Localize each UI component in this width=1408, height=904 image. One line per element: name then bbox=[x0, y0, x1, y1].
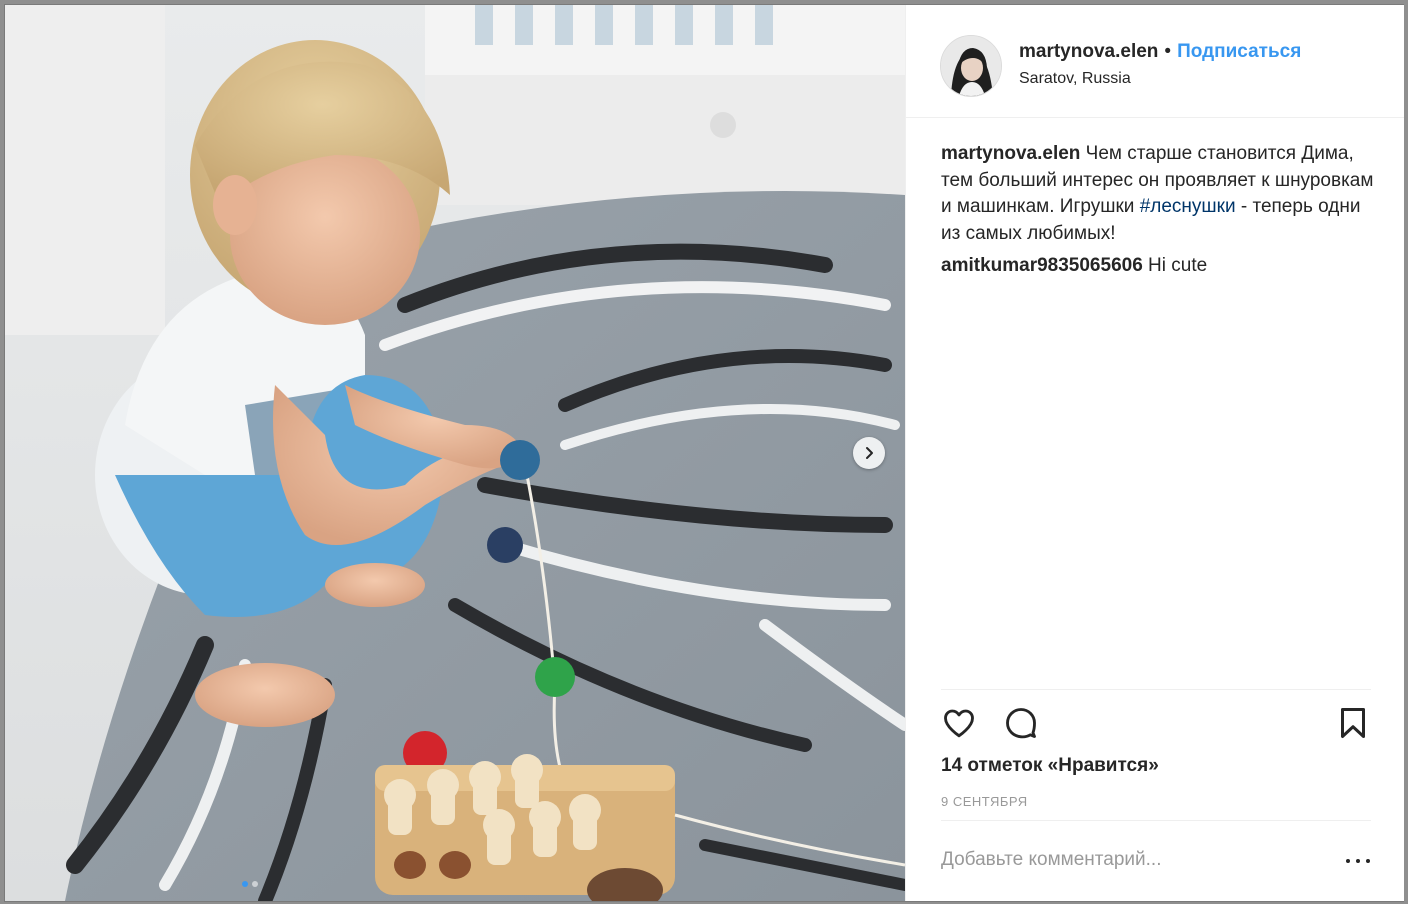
chevron-right-icon bbox=[866, 447, 873, 459]
separator-dot: • bbox=[1164, 41, 1172, 62]
carousel-dot-active bbox=[242, 881, 248, 887]
post-photo[interactable] bbox=[5, 5, 905, 901]
carousel-next-button[interactable] bbox=[853, 437, 885, 469]
post-header: martynova.elen • Подписаться Saratov, Russ… bbox=[906, 5, 1404, 118]
comments-section: martynova.elen Чем старше становится Дим… bbox=[941, 141, 1381, 286]
comment-item: amitkumar9835065606 Hi cute bbox=[941, 253, 1381, 280]
save-button[interactable] bbox=[1337, 705, 1369, 746]
add-comment-input[interactable] bbox=[941, 845, 1311, 875]
more-dot bbox=[1366, 859, 1370, 863]
follow-button[interactable]: Подписаться bbox=[1177, 41, 1301, 62]
divider bbox=[941, 689, 1371, 690]
header-username[interactable]: martynova.elen bbox=[1019, 41, 1158, 62]
caption-username[interactable]: martynova.elen bbox=[941, 143, 1080, 164]
comment-button[interactable] bbox=[1003, 705, 1039, 746]
carousel-dot bbox=[252, 881, 258, 887]
action-bar bbox=[941, 705, 1371, 745]
divider bbox=[941, 820, 1371, 821]
hashtag-link[interactable]: #леснушки bbox=[1140, 196, 1236, 217]
post-date[interactable]: 9 сентября bbox=[941, 794, 1028, 809]
likes-count[interactable]: 14 отметок «Нравится» bbox=[941, 755, 1159, 777]
comment-username[interactable]: amitkumar9835065606 bbox=[941, 255, 1143, 276]
heart-icon bbox=[944, 709, 974, 738]
location-link[interactable]: Saratov, Russia bbox=[1019, 70, 1131, 88]
carousel-indicator bbox=[5, 881, 905, 887]
avatar-image bbox=[941, 36, 1001, 96]
header-user-line: martynova.elen • Подписаться bbox=[1019, 41, 1301, 63]
photo-child-playing-with-toy bbox=[5, 5, 905, 901]
speech-bubble-icon bbox=[1006, 708, 1036, 739]
post-details-panel: martynova.elen • Подписаться Saratov, Russ… bbox=[905, 5, 1404, 901]
post-window: martynova.elen • Подписаться Saratov, Russ… bbox=[5, 5, 1404, 901]
more-options-button[interactable] bbox=[1346, 851, 1370, 871]
bookmark-icon bbox=[1341, 708, 1365, 738]
comment-text: Hi cute bbox=[1142, 255, 1208, 276]
avatar[interactable] bbox=[940, 35, 1002, 97]
more-dot bbox=[1346, 859, 1350, 863]
more-dot bbox=[1356, 859, 1360, 863]
like-button[interactable] bbox=[941, 705, 977, 746]
caption: martynova.elen Чем старше становится Дим… bbox=[941, 141, 1381, 247]
